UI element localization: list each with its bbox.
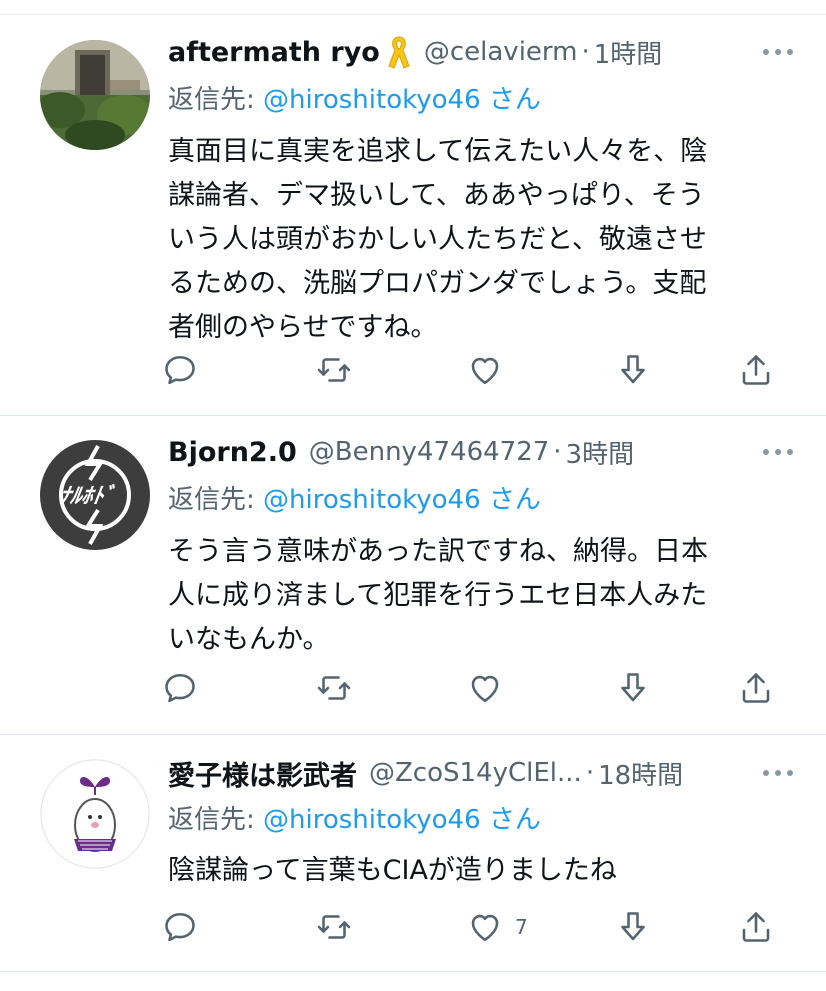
handle[interactable]: @celavierm (424, 37, 578, 67)
retweet-button[interactable] (316, 668, 352, 708)
reply-button[interactable] (162, 668, 198, 708)
tweet-text-line: 陰謀論って言葉もCIAが造りましたね (168, 855, 617, 886)
tweet-text-line: いなもんか。 (168, 624, 330, 655)
action-bar: 7 (162, 907, 802, 947)
download-icon (621, 912, 645, 941)
tweet-header: aftermath ryo @celavierm · 1時間 (168, 32, 806, 72)
heart-icon (471, 675, 499, 703)
mention-suffix[interactable]: さん (489, 85, 541, 115)
display-name[interactable]: Bjorn2.0 (168, 437, 297, 468)
tweet-text-line: るための、洗脳プロパガンダでしょう。支配 (168, 268, 707, 299)
more-options-icon[interactable] (758, 32, 798, 72)
tweet-1[interactable]: aftermath ryo @celavierm · 1時間 返信先: @hir… (0, 0, 826, 415)
mention-handle[interactable]: @hiroshitokyo46 (263, 85, 481, 115)
tweet-text-line: 人に成り済まして犯罪を行うエセ日本人みた (168, 580, 708, 611)
replying-to: 返信先: @hiroshitokyo46 さん (168, 800, 541, 840)
tweet-3[interactable]: 愛子様は影武者 @ZcoS14yClEl... · 18時間 返信先: @hir… (0, 735, 826, 971)
mention-suffix[interactable]: さん (489, 805, 541, 835)
share-button[interactable] (738, 907, 774, 947)
retweet-button[interactable] (316, 907, 352, 947)
avatar-image (40, 40, 150, 150)
timestamp[interactable]: 3時間 (566, 434, 635, 471)
handle[interactable]: @ZcoS14yClEl... (369, 758, 582, 788)
tweet-header: 愛子様は影武者 @ZcoS14yClEl... · 18時間 (168, 753, 806, 793)
display-name[interactable]: 愛子様は影武者 (168, 754, 357, 793)
avatar-image (40, 759, 150, 869)
avatar-image: ﾅﾙﾎﾄﾞ (40, 440, 150, 550)
replying-to: 返信先: @hiroshitokyo46 さん (168, 480, 541, 520)
tweet-2[interactable]: ﾅﾙﾎﾄﾞ Bjorn2.0 @Benny47464727 · 3時間 返信先:… (0, 416, 826, 734)
mention-suffix[interactable]: さん (489, 485, 541, 515)
tweet-text: そう言う意味があった訳ですね、納得。日本 人に成り済まして犯罪を行うエセ日本人み… (168, 530, 768, 662)
share-icon (742, 912, 770, 942)
like-button[interactable]: 7 (467, 907, 528, 947)
download-button[interactable] (615, 907, 651, 947)
display-name[interactable]: aftermath ryo (168, 37, 380, 68)
tweet-text-line: いう人は頭がおかしい人たちだと、敬遠させ (168, 224, 707, 255)
share-icon (742, 673, 770, 703)
retweet-icon (317, 676, 351, 700)
separator-dot: · (553, 437, 562, 467)
avatar[interactable]: ﾅﾙﾎﾄﾞ (40, 440, 150, 550)
replying-to: 返信先: @hiroshitokyo46 さん (168, 80, 541, 120)
svg-text:ﾅﾙﾎﾄﾞ: ﾅﾙﾎﾄﾞ (58, 483, 117, 509)
mention-handle[interactable]: @hiroshitokyo46 (263, 485, 481, 515)
mention-handle[interactable]: @hiroshitokyo46 (263, 805, 481, 835)
handle[interactable]: @Benny47464727 (309, 437, 550, 467)
download-button[interactable] (615, 668, 651, 708)
tweet-text: 真面目に真実を追求して伝えたい人々を、陰 謀論者、デマ扱いして、ああやっぱり、そ… (168, 130, 768, 350)
action-bar (162, 668, 802, 708)
more-options-icon[interactable] (758, 753, 798, 793)
avatar[interactable] (40, 759, 150, 869)
tweet-divider (0, 971, 826, 972)
like-button[interactable] (467, 350, 515, 390)
tweet-text-line: 者側のやらせですね。 (168, 312, 438, 343)
reply-prefix: 返信先: (168, 485, 255, 515)
retweet-icon (317, 915, 351, 939)
timestamp[interactable]: 1時間 (594, 34, 663, 71)
reply-button[interactable] (162, 907, 198, 947)
timestamp[interactable]: 18時間 (598, 755, 683, 792)
reply-mention-link[interactable]: @hiroshitokyo46 さん (263, 85, 541, 115)
reply-icon (165, 355, 195, 385)
heart-icon (471, 914, 499, 942)
heart-icon (471, 357, 499, 385)
separator-dot: · (581, 37, 590, 67)
reply-button[interactable] (162, 350, 198, 390)
share-button[interactable] (738, 350, 774, 390)
separator-dot: · (585, 758, 595, 788)
like-button[interactable] (467, 668, 515, 708)
like-count: 7 (515, 915, 528, 939)
reply-prefix: 返信先: (168, 805, 255, 835)
reply-prefix: 返信先: (168, 85, 255, 115)
download-button[interactable] (615, 350, 651, 390)
retweet-button[interactable] (316, 350, 352, 390)
tweet-text-line: そう言う意味があった訳ですね、納得。日本 (168, 536, 708, 567)
tweet-header: Bjorn2.0 @Benny47464727 · 3時間 (168, 432, 806, 472)
share-icon (742, 355, 770, 385)
download-icon (621, 673, 645, 702)
more-options-icon[interactable] (758, 432, 798, 472)
reply-mention-link[interactable]: @hiroshitokyo46 さん (263, 805, 541, 835)
tweet-text-line: 真面目に真実を追求して伝えたい人々を、陰 (168, 136, 708, 167)
avatar[interactable] (40, 40, 150, 150)
reply-icon (165, 673, 195, 703)
action-bar (162, 350, 802, 390)
yellow-ribbon-icon (386, 35, 412, 69)
tweet-text: 陰謀論って言葉もCIAが造りましたね (168, 849, 768, 893)
download-icon (621, 355, 645, 384)
share-button[interactable] (738, 668, 774, 708)
retweet-icon (317, 358, 351, 382)
reply-icon (165, 912, 195, 942)
tweet-text-line: 謀論者、デマ扱いして、ああやっぱり、そう (168, 180, 705, 211)
reply-mention-link[interactable]: @hiroshitokyo46 さん (263, 485, 541, 515)
